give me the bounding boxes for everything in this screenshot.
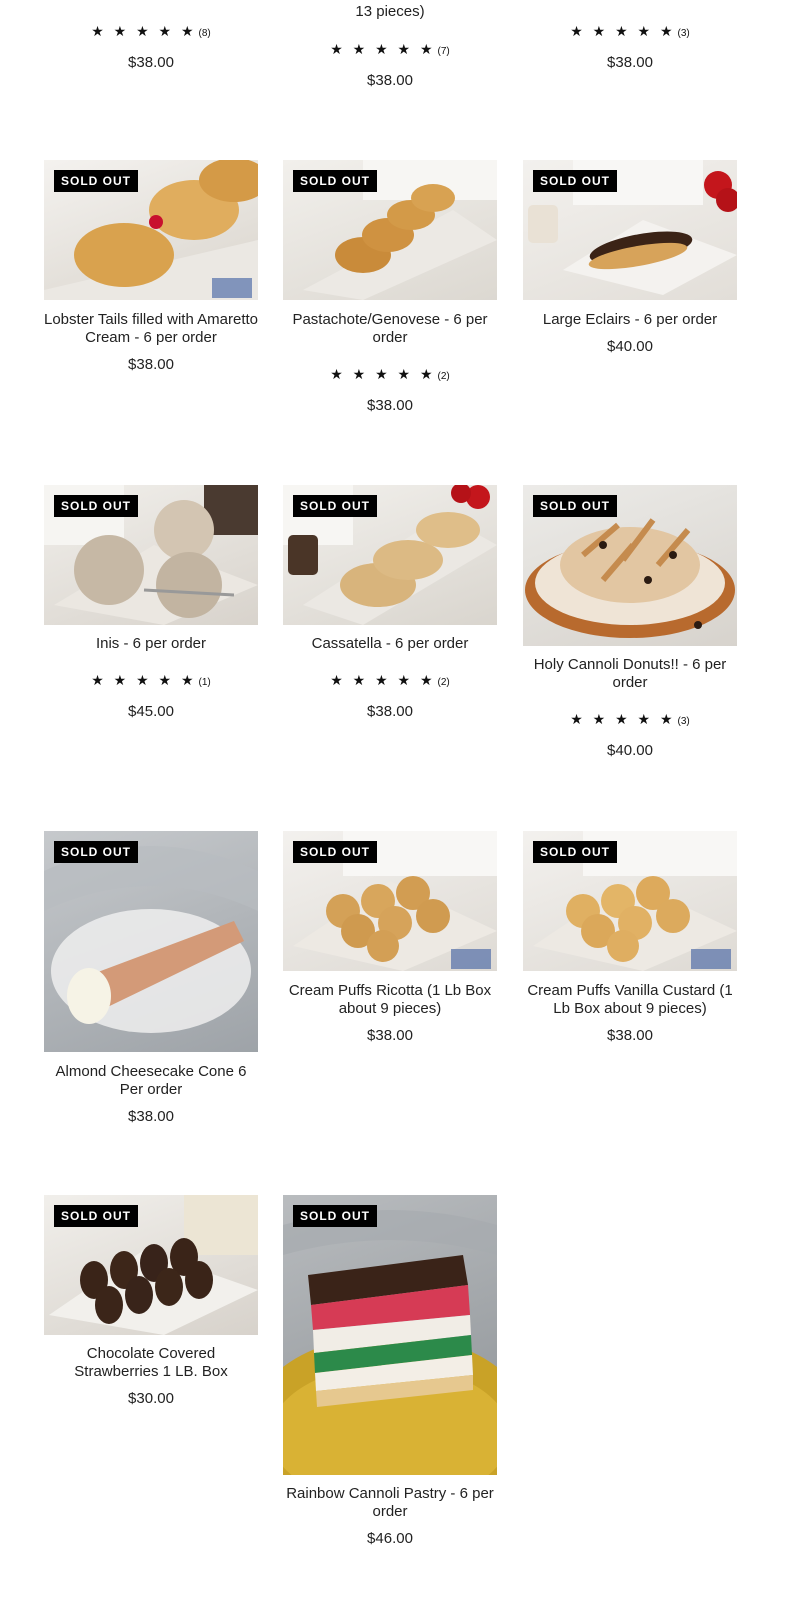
star-rating: ★ ★ ★ ★ ★ (3) <box>570 711 690 727</box>
lobster-tail-pastry-photo[interactable]: SOLD OUT <box>44 160 258 300</box>
product-title[interactable]: 13 pieces) <box>283 3 497 21</box>
product-price: $38.00 <box>367 1027 413 1044</box>
star-rating: ★ ★ ★ ★ ★ (1) <box>91 672 211 688</box>
star-rating: ★ ★ ★ ★ ★ (2) <box>330 672 450 688</box>
product-title[interactable]: Lobster Tails filled with Amaretto Cream… <box>44 311 258 347</box>
sold-out-badge: SOLD OUT <box>54 841 138 863</box>
sold-out-badge: SOLD OUT <box>533 495 617 517</box>
chocolate-strawberries-photo[interactable]: SOLD OUT <box>44 1195 258 1335</box>
product-price: $40.00 <box>607 338 653 355</box>
cheesecake-cone-photo[interactable]: SOLD OUT <box>44 831 258 1052</box>
genovese-pastry-photo[interactable]: SOLD OUT <box>283 160 497 300</box>
product-price: $45.00 <box>128 703 174 720</box>
rainbow-cake-photo[interactable]: SOLD OUT <box>283 1195 497 1475</box>
product-title[interactable]: Pastachote/Genovese - 6 per order <box>283 311 497 347</box>
cannoli-donut-photo[interactable]: SOLD OUT <box>523 485 737 646</box>
product-title[interactable]: Chocolate Covered Strawberries 1 LB. Box <box>44 1345 258 1381</box>
product-price: $38.00 <box>607 1027 653 1044</box>
star-rating: ★ ★ ★ ★ ★ (3) <box>570 23 690 39</box>
sold-out-badge: SOLD OUT <box>293 1205 377 1227</box>
sold-out-badge: SOLD OUT <box>533 841 617 863</box>
product-title[interactable]: Cream Puffs Ricotta (1 Lb Box about 9 pi… <box>283 982 497 1018</box>
product-price: $38.00 <box>128 356 174 373</box>
sold-out-badge: SOLD OUT <box>293 170 377 192</box>
inis-pastry-photo[interactable]: SOLD OUT <box>44 485 258 625</box>
product-title[interactable]: Almond Cheesecake Cone 6 Per order <box>44 1063 258 1099</box>
sold-out-badge: SOLD OUT <box>293 495 377 517</box>
product-price: $40.00 <box>607 742 653 759</box>
product-price: $38.00 <box>128 54 174 71</box>
star-rating: ★ ★ ★ ★ ★ (2) <box>330 366 450 382</box>
cassatella-photo[interactable]: SOLD OUT <box>283 485 497 625</box>
sold-out-badge: SOLD OUT <box>533 170 617 192</box>
product-price: $30.00 <box>128 1390 174 1407</box>
product-price: $38.00 <box>367 703 413 720</box>
sold-out-badge: SOLD OUT <box>54 1205 138 1227</box>
star-rating: ★ ★ ★ ★ ★ (7) <box>330 41 450 57</box>
product-title[interactable]: Cassatella - 6 per order <box>283 635 497 653</box>
product-title[interactable]: Large Eclairs - 6 per order <box>523 311 737 329</box>
product-title[interactable]: Rainbow Cannoli Pastry - 6 per order <box>283 1485 497 1521</box>
product-title[interactable]: Holy Cannoli Donuts!! - 6 per order <box>523 656 737 692</box>
product-price: $38.00 <box>607 54 653 71</box>
cream-puffs-ricotta-photo[interactable]: SOLD OUT <box>283 831 497 971</box>
star-rating: ★ ★ ★ ★ ★ (8) <box>91 23 211 39</box>
sold-out-badge: SOLD OUT <box>293 841 377 863</box>
product-title[interactable]: Cream Puffs Vanilla Custard (1 Lb Box ab… <box>523 982 737 1018</box>
product-price: $38.00 <box>367 397 413 414</box>
product-price: $38.00 <box>367 72 413 89</box>
sold-out-badge: SOLD OUT <box>54 170 138 192</box>
cream-puffs-vanilla-photo[interactable]: SOLD OUT <box>523 831 737 971</box>
product-title[interactable]: Inis - 6 per order <box>44 635 258 653</box>
product-price: $38.00 <box>128 1108 174 1125</box>
product-price: $46.00 <box>367 1530 413 1547</box>
sold-out-badge: SOLD OUT <box>54 495 138 517</box>
eclair-photo[interactable]: SOLD OUT <box>523 160 737 300</box>
